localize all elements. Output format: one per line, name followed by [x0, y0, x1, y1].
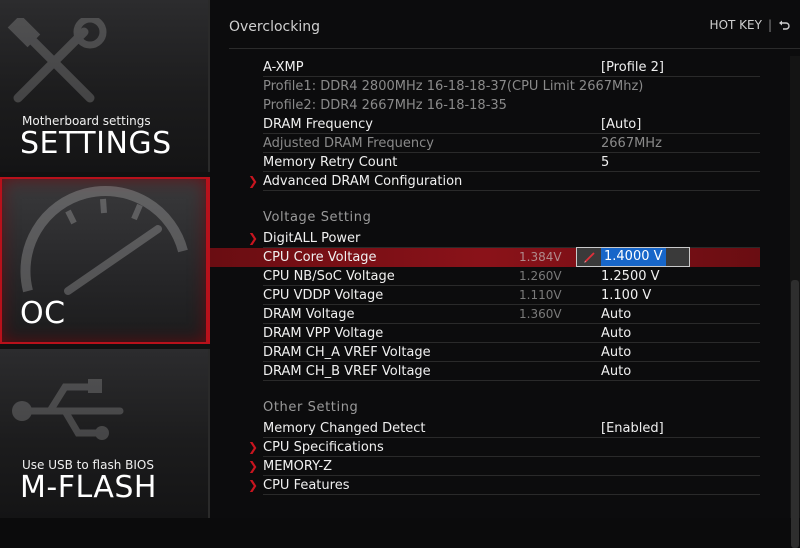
oc-tile[interactable]: OC — [0, 177, 210, 344]
speedometer-icon — [20, 185, 188, 295]
list-item-dram-frequency[interactable]: DRAM Frequency [Auto] — [210, 115, 760, 134]
list-item-dram-cha-vref-voltage[interactable]: DRAM CH_A VREF Voltage Auto — [210, 343, 760, 362]
setting-value: Auto — [601, 307, 632, 322]
section-title: Other Setting — [263, 400, 359, 415]
hotkey-button[interactable]: HOT KEY — [710, 18, 762, 32]
list-item-dram-vpp-voltage[interactable]: DRAM VPP Voltage Auto — [210, 324, 760, 343]
setting-label: MEMORY-Z — [263, 459, 333, 474]
list-item-memory-z[interactable]: ❯ MEMORY-Z — [210, 457, 760, 476]
setting-label: DRAM Frequency — [263, 117, 373, 132]
setting-label: A-XMP — [263, 60, 304, 75]
setting-value: 1.2500 V — [601, 269, 660, 284]
list-item-memory-changed-detect[interactable]: Memory Changed Detect [Enabled] — [210, 419, 760, 438]
chevron-right-icon: ❯ — [248, 231, 259, 245]
current-voltage: 1.384V — [519, 250, 562, 264]
setting-label: CPU Features — [263, 478, 350, 493]
setting-label: CPU NB/SoC Voltage — [263, 269, 395, 284]
section-heading-other: Other Setting — [210, 398, 760, 417]
main-panel: Overclocking HOT KEY | A-XMP [Profile 2]… — [210, 0, 800, 548]
setting-label: CPU Core Voltage — [263, 250, 377, 265]
setting-label: Profile2: DDR4 2667MHz 16-18-18-35 — [263, 98, 507, 113]
setting-label: DigitALL Power — [263, 231, 361, 246]
chevron-right-icon: ❯ — [248, 440, 259, 454]
setting-label: Advanced DRAM Configuration — [263, 174, 463, 189]
separator: | — [767, 18, 772, 32]
list-item-cpu-core-voltage[interactable]: CPU Core Voltage 1.384V 1.4000 V — [210, 247, 760, 267]
setting-label: Profile1: DDR4 2800MHz 16-18-18-37(CPU L… — [263, 79, 644, 94]
list-item-a-xmp[interactable]: A-XMP [Profile 2] — [210, 58, 760, 77]
setting-label: CPU VDDP Voltage — [263, 288, 384, 303]
setting-label: Adjusted DRAM Frequency — [263, 136, 434, 151]
settings-tile[interactable]: Motherboard settings SETTINGS — [0, 0, 210, 172]
list-item-dram-voltage[interactable]: DRAM Voltage 1.360V Auto — [210, 305, 760, 324]
tools-icon — [7, 18, 107, 103]
setting-value: 5 — [601, 155, 610, 170]
setting-value: 1.100 V — [601, 288, 652, 303]
list-item-memory-retry-count[interactable]: Memory Retry Count 5 — [210, 153, 760, 172]
list-item-advanced-dram-configuration[interactable]: ❯ Advanced DRAM Configuration — [210, 172, 760, 191]
sidebar: Motherboard settings SETTINGS OC Use USB… — [0, 0, 210, 518]
hotkey-area: HOT KEY | — [710, 18, 790, 32]
setting-value: [Enabled] — [601, 421, 664, 436]
scrollbar-thumb[interactable] — [791, 280, 799, 548]
divider — [229, 48, 800, 49]
voltage-input[interactable]: 1.4000 V — [576, 247, 690, 267]
list-item-cpu-nb-soc-voltage[interactable]: CPU NB/SoC Voltage 1.260V 1.2500 V — [210, 267, 760, 286]
setting-value: [Auto] — [601, 117, 642, 132]
current-voltage: 1.360V — [519, 307, 562, 321]
setting-value: Auto — [601, 345, 632, 360]
current-voltage: 1.110V — [519, 288, 562, 302]
list-item-dram-chb-vref-voltage[interactable]: DRAM CH_B VREF Voltage Auto — [210, 362, 760, 381]
list-item-cpu-specifications[interactable]: ❯ CPU Specifications — [210, 438, 760, 457]
chevron-right-icon: ❯ — [248, 174, 259, 188]
setting-label: Memory Changed Detect — [263, 421, 426, 436]
setting-label: Memory Retry Count — [263, 155, 398, 170]
list-item-cpu-features[interactable]: ❯ CPU Features — [210, 476, 760, 495]
setting-value: Auto — [601, 364, 632, 379]
pencil-icon — [584, 252, 595, 263]
list-item-adjusted-dram-frequency: Adjusted DRAM Frequency 2667MHz — [210, 134, 760, 153]
page-title: Overclocking — [229, 19, 320, 35]
chevron-right-icon: ❯ — [248, 478, 259, 492]
list-item-profile1: Profile1: DDR4 2800MHz 16-18-18-37(CPU L… — [210, 77, 760, 96]
list-item-profile2: Profile2: DDR4 2667MHz 16-18-18-35 — [210, 96, 760, 115]
section-title: Voltage Setting — [263, 210, 372, 225]
oc-title: OC — [20, 296, 66, 331]
settings-title: SETTINGS — [20, 126, 172, 161]
setting-value: Auto — [601, 326, 632, 341]
back-arrow-icon[interactable] — [778, 19, 790, 31]
setting-label: DRAM CH_B VREF Voltage — [263, 364, 431, 379]
scrollbar[interactable] — [790, 56, 800, 548]
mflash-title: M-FLASH — [20, 470, 157, 505]
section-heading-voltage: Voltage Setting — [210, 208, 760, 227]
voltage-input-value: 1.4000 V — [601, 248, 666, 266]
setting-value: [Profile 2] — [601, 60, 664, 75]
setting-value: 2667MHz — [601, 136, 662, 151]
current-voltage: 1.260V — [519, 269, 562, 283]
setting-label: CPU Specifications — [263, 440, 384, 455]
list-item-cpu-vddp-voltage[interactable]: CPU VDDP Voltage 1.110V 1.100 V — [210, 286, 760, 305]
setting-label: DRAM Voltage — [263, 307, 355, 322]
mflash-tile[interactable]: Use USB to flash BIOS M-FLASH — [0, 349, 210, 518]
list-item-digitall-power[interactable]: ❯ DigitALL Power — [210, 229, 760, 248]
chevron-right-icon: ❯ — [248, 459, 259, 473]
usb-icon — [12, 379, 124, 440]
setting-label: DRAM CH_A VREF Voltage — [263, 345, 431, 360]
setting-label: DRAM VPP Voltage — [263, 326, 384, 341]
